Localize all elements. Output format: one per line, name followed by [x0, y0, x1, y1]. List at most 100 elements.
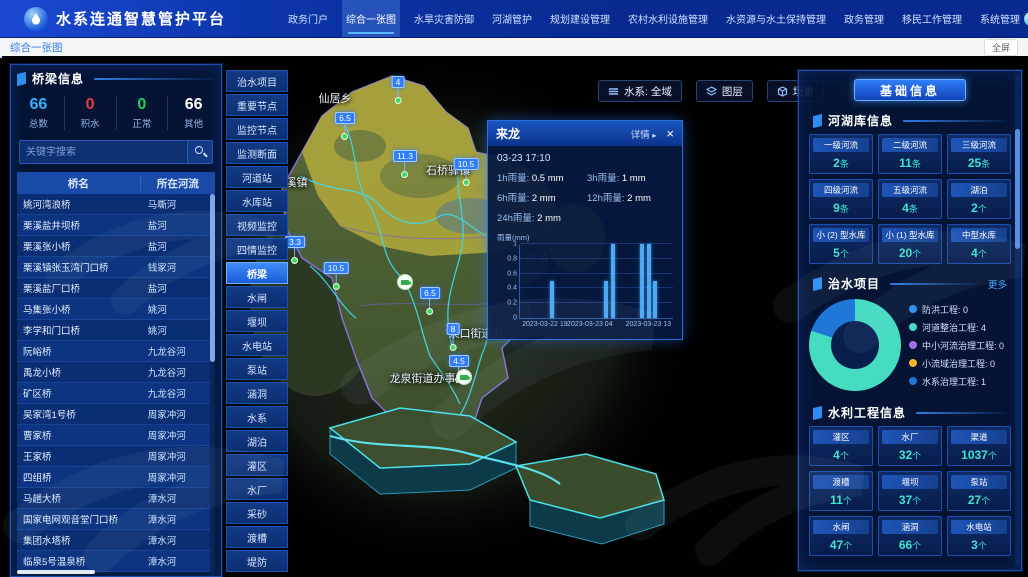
table-row[interactable]: 栗溪镇张玉湾门口桥钱家河	[17, 257, 215, 278]
chart-x-tick: 2023-03-23 13	[626, 321, 672, 328]
layer-menu-item[interactable]: 采砂	[226, 502, 288, 524]
layer-menu-item[interactable]: 湖泊	[226, 430, 288, 452]
nav-tab[interactable]: 系统管理	[976, 0, 1024, 37]
nav-tab[interactable]: 综合一张图	[342, 0, 400, 37]
water-level-marker[interactable]: 3.3	[285, 236, 305, 264]
layer-menu-item[interactable]: 堤防	[226, 550, 288, 572]
card-value: 37个	[882, 493, 938, 507]
layer-menu-item[interactable]: 治水项目	[226, 70, 288, 92]
table-row[interactable]: 曹家桥周家冲河	[17, 425, 215, 446]
chart-y-tick: 0.6	[507, 270, 517, 277]
panel-scroll-thumb[interactable]	[1015, 129, 1020, 249]
layer-menu-item[interactable]: 重要节点	[226, 94, 288, 116]
search-input[interactable]	[19, 140, 187, 164]
map-stage[interactable]: 仙居乡栗溪镇石桥驿镇子陵镇泉口街道办龙泉街道办事处 46.511.310.53.…	[0, 56, 1028, 577]
river-name-cell: 周家冲河	[140, 449, 215, 463]
table-row[interactable]: 姚河湾浪桥马嘶河	[17, 194, 215, 215]
layer-menu-item[interactable]: 水系	[226, 406, 288, 428]
stat-label: 总数	[13, 116, 64, 130]
river-name-cell: 盐河	[140, 218, 215, 232]
layer-menu-item[interactable]: 灌区	[226, 454, 288, 476]
card-value: 2个	[951, 201, 1007, 215]
nav-tab[interactable]: 水旱灾害防御	[410, 0, 478, 37]
table-row[interactable]: 吴家湾1号桥周家冲河	[17, 404, 215, 425]
table-row[interactable]: 阮峪桥九龙谷河	[17, 341, 215, 362]
bridge-name-cell: 临泉5号温泉桥	[17, 554, 140, 568]
table-row[interactable]: 禹龙小桥九龙谷河	[17, 362, 215, 383]
close-icon[interactable]: ×	[666, 127, 674, 140]
table-row[interactable]: 栗溪张小桥盐河	[17, 236, 215, 257]
table-row[interactable]: 临泉5号温泉桥漳水河	[17, 551, 215, 572]
marker-dot	[291, 257, 298, 264]
chart-bar	[604, 281, 608, 318]
river-name-cell: 姚河	[140, 323, 215, 337]
layer-menu-item[interactable]: 堰坝	[226, 310, 288, 332]
water-level-marker[interactable]: 11.3	[393, 150, 417, 178]
table-row[interactable]: 栗溪盐厂口桥盐河	[17, 278, 215, 299]
table-row[interactable]: 王家桥周家冲河	[17, 446, 215, 467]
layer-menu-item[interactable]: 监测断面	[226, 142, 288, 164]
card-label: 灌区	[813, 430, 869, 444]
water-system-scope-button[interactable]: 水系: 全域	[598, 80, 682, 102]
marker-value: 6.5	[420, 287, 440, 299]
projects-more-link[interactable]: 更多	[988, 277, 1007, 291]
section-divider	[890, 283, 978, 285]
nav-tab[interactable]: 河湖管护	[488, 0, 536, 37]
table-row[interactable]: 马趟大桥漳水河	[17, 488, 215, 509]
panel-scrollbar[interactable]	[1015, 75, 1020, 566]
layer-menu-item[interactable]: 渡槽	[226, 526, 288, 548]
water-level-marker[interactable]: 6.5	[420, 287, 440, 315]
table-hscroll-thumb[interactable]	[17, 570, 95, 574]
layer-menu-item[interactable]: 水厂	[226, 478, 288, 500]
layers-button[interactable]: 图层	[696, 80, 753, 102]
layer-menu-item[interactable]: 泵站	[226, 358, 288, 380]
user-menu[interactable]: hkub42080201 ▾	[1024, 12, 1028, 26]
layer-menu-item[interactable]: 水电站	[226, 334, 288, 356]
breadcrumb-bar: 综合一张图 全屏	[0, 38, 1028, 56]
popup-detail-link[interactable]: 详情 ▸	[631, 127, 657, 141]
basic-info-button[interactable]: 基础信息	[854, 79, 966, 101]
table-row[interactable]: 马集张小桥姚河	[17, 299, 215, 320]
layer-menu-item[interactable]: 视频监控	[226, 214, 288, 236]
water-level-marker[interactable]: 4	[392, 76, 405, 104]
table-scrollbar[interactable]	[210, 194, 215, 576]
nav-tab[interactable]: 政务管理	[840, 0, 888, 37]
nav-tab[interactable]: 规划建设管理	[546, 0, 614, 37]
table-row[interactable]: 矿区桥九龙谷河	[17, 383, 215, 404]
layer-menu-item[interactable]: 涵洞	[226, 382, 288, 404]
legend-item: 小流域治理工程: 0	[909, 357, 1004, 370]
layer-menu-item[interactable]: 河道站	[226, 166, 288, 188]
fullscreen-button[interactable]: 全屏	[984, 39, 1018, 56]
water-level-marker[interactable]: 6.5	[335, 112, 355, 140]
stat-value: 66	[168, 96, 219, 114]
river-info-cards: 一级河流2条二级河流11条三级河流25条四级河流9条五级河流4条湖泊2个小 (2…	[807, 132, 1013, 270]
table-row[interactable]: 栗溪盐井坝桥盐河	[17, 215, 215, 236]
table-row[interactable]: 李学和门口桥姚河	[17, 320, 215, 341]
table-row[interactable]: 集团水塔桥漳水河	[17, 530, 215, 551]
card-label: 泵站	[951, 475, 1007, 489]
layer-menu-item[interactable]: 水库站	[226, 190, 288, 212]
camera-marker-icon[interactable]	[456, 369, 472, 385]
layer-menu-item[interactable]: 桥梁	[226, 262, 288, 284]
table-row[interactable]: 国家电网观音堂门口桥漳水河	[17, 509, 215, 530]
bridge-info-panel: 桥梁信息 66总数0积水0正常66其他 桥名 所在河流 姚河湾浪桥马嘶河栗溪盐井…	[10, 64, 222, 577]
camera-marker-icon[interactable]	[397, 274, 413, 290]
nav-tab[interactable]: 移民工作管理	[898, 0, 966, 37]
nav-tab[interactable]: 农村水利设施管理	[624, 0, 712, 37]
water-level-marker[interactable]: 10.5	[324, 262, 349, 290]
search-button[interactable]	[187, 140, 213, 164]
water-level-marker[interactable]: 10.5	[454, 158, 479, 186]
legend-label: 防洪工程: 0	[922, 303, 968, 316]
nav-tab[interactable]: 政务门户	[284, 0, 332, 37]
nav-tab[interactable]: 水资源与水土保持管理	[722, 0, 830, 37]
engineering-title: 水利工程信息	[828, 404, 906, 421]
chart-bar	[647, 244, 651, 318]
water-level-marker[interactable]: 8	[447, 323, 460, 351]
table-scroll-thumb[interactable]	[210, 194, 215, 362]
table-row[interactable]: 四组桥周家冲河	[17, 467, 215, 488]
engineering-card: 渡槽11个	[809, 471, 873, 511]
layer-menu-item[interactable]: 四情监控	[226, 238, 288, 260]
layer-menu-item[interactable]: 监控节点	[226, 118, 288, 140]
layer-menu-item[interactable]: 水闸	[226, 286, 288, 308]
card-label: 三级河流	[951, 138, 1007, 152]
